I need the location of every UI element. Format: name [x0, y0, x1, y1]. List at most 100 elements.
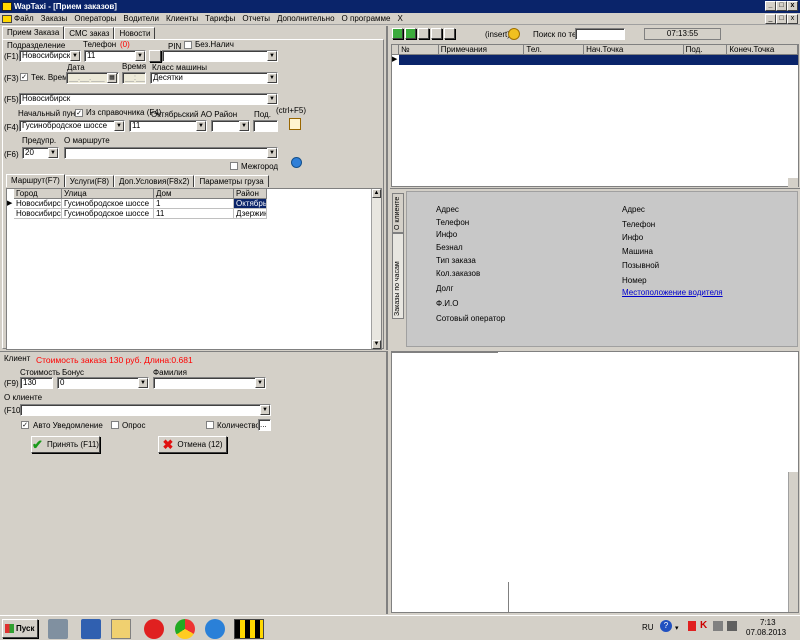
- route-tabs: Маршрут(F7) Услуги(F8) Доп.Условия(F8x2)…: [6, 174, 269, 187]
- current-time-checkbox[interactable]: ✓: [20, 72, 28, 81]
- house-icon[interactable]: [418, 28, 429, 39]
- city-select[interactable]: Новосибирск ▼: [19, 93, 278, 105]
- date-input[interactable]: __.__.___ ▦: [66, 72, 119, 84]
- tab-route[interactable]: Маршрут(F7): [6, 174, 65, 187]
- surname-label: Фамилия: [153, 368, 187, 377]
- child-restore-button[interactable]: □: [776, 14, 787, 24]
- menu-about[interactable]: О программе: [342, 14, 391, 23]
- col-entrance[interactable]: Под.: [683, 45, 728, 55]
- quantity-input[interactable]: ...: [258, 419, 271, 431]
- map-scrollbar[interactable]: [788, 472, 798, 612]
- close-button[interactable]: x: [787, 1, 798, 11]
- col-phone[interactable]: Тел.: [524, 45, 585, 55]
- col-city[interactable]: Город: [14, 189, 62, 199]
- entrance-input[interactable]: [253, 120, 278, 132]
- home-icon[interactable]: [392, 28, 403, 39]
- tab-sms[interactable]: СМС заказ: [64, 27, 115, 39]
- scroll-up-button[interactable]: ▲: [372, 189, 381, 198]
- col-street[interactable]: Улица: [62, 189, 154, 199]
- minimize-button[interactable]: _: [765, 1, 776, 11]
- tab-services[interactable]: Услуги(F8): [64, 175, 115, 187]
- tab-news[interactable]: Новости: [114, 27, 156, 39]
- survey-checkbox[interactable]: [111, 420, 119, 429]
- col-district[interactable]: Район: [234, 189, 267, 199]
- col-start-point[interactable]: Нач.Точка: [584, 45, 684, 55]
- driver-location-link[interactable]: Местоположение водителя: [622, 288, 723, 297]
- cancel-button[interactable]: ✖ Отмена (12): [158, 436, 227, 453]
- clock-display: 07:13:55: [644, 28, 721, 40]
- menu-reports[interactable]: Отчеты: [242, 14, 270, 23]
- time-input[interactable]: __:__: [122, 72, 146, 84]
- col-number[interactable]: №: [398, 45, 439, 55]
- language-indicator[interactable]: RU: [642, 623, 654, 632]
- explorer-icon[interactable]: [111, 619, 131, 639]
- table-row[interactable]: ▶: [392, 55, 798, 65]
- pin-select[interactable]: ▼: [162, 50, 278, 62]
- child-minimize-button[interactable]: _: [765, 14, 776, 24]
- tab-cargo-params[interactable]: Параметры груза: [194, 175, 269, 187]
- phone-combo[interactable]: 11 ▼: [84, 50, 146, 62]
- child-close-button[interactable]: x: [787, 14, 798, 24]
- tab-extra-conditions[interactable]: Доп.Условия(F8x2): [114, 175, 195, 187]
- help-icon[interactable]: ?: [660, 620, 672, 632]
- district-select[interactable]: ▼: [211, 120, 250, 132]
- route-grid-scrollbar[interactable]: ▲ ▼: [371, 189, 381, 349]
- menu-clients[interactable]: Клиенты: [166, 14, 198, 23]
- tab-order[interactable]: Прием Заказа: [2, 26, 65, 39]
- network-app-icon[interactable]: [48, 619, 68, 639]
- intercity-checkbox[interactable]: [230, 161, 238, 170]
- menu-tariffs[interactable]: Тарифы: [205, 14, 235, 23]
- beznal-checkbox[interactable]: [184, 40, 192, 49]
- menu-drivers[interactable]: Водители: [123, 14, 159, 23]
- home2-icon[interactable]: [405, 28, 416, 39]
- warning-select[interactable]: 20 ▼: [22, 147, 59, 159]
- menu-extra[interactable]: Дополнительно: [277, 14, 335, 23]
- menu-operators[interactable]: Операторы: [74, 14, 116, 23]
- bonus-select[interactable]: 0 ▼: [57, 377, 149, 389]
- route-note-select[interactable]: ▼: [64, 147, 278, 159]
- menu-logo-icon: [2, 15, 12, 23]
- flag-icon[interactable]: [688, 621, 696, 631]
- menu-file[interactable]: Файл: [14, 14, 34, 23]
- chevron-down-icon[interactable]: ▾: [675, 624, 679, 632]
- accept-button[interactable]: ✔ Принять (F11): [31, 436, 100, 453]
- table-row[interactable]: Новосибирск Гусинобродское шоссе 11 Дзер…: [7, 209, 381, 219]
- scroll-down-button[interactable]: ▼: [372, 340, 381, 349]
- phone-search-button[interactable]: [149, 50, 161, 62]
- start-button[interactable]: Пуск: [2, 619, 38, 638]
- waptaxi-task-icon[interactable]: [234, 619, 264, 639]
- opera-icon[interactable]: [144, 619, 164, 639]
- col-house[interactable]: Дом: [154, 189, 234, 199]
- powershell-icon[interactable]: [81, 619, 101, 639]
- menu-orders[interactable]: Заказы: [41, 14, 68, 23]
- menu-x[interactable]: X: [398, 14, 403, 23]
- globe-icon[interactable]: [291, 157, 302, 168]
- about-client-select[interactable]: ▼: [20, 404, 271, 416]
- chrome-icon[interactable]: [175, 619, 195, 639]
- house-select[interactable]: 11 ▼: [129, 120, 207, 132]
- intercity-label: Межгород: [241, 162, 279, 171]
- street-select[interactable]: Гусинобродское шоссе ▼: [19, 120, 125, 132]
- phone-icon[interactable]: [431, 28, 442, 39]
- kaspersky-icon[interactable]: K: [700, 620, 707, 631]
- col-notes[interactable]: Примечания: [438, 45, 525, 55]
- maximize-button[interactable]: □: [776, 1, 787, 11]
- division-select[interactable]: Новосибирск ▼: [19, 50, 81, 62]
- volume-icon[interactable]: [727, 621, 737, 631]
- insert-icon[interactable]: [508, 28, 520, 40]
- surname-select[interactable]: ▼: [153, 377, 266, 389]
- car-class-select[interactable]: Десятки ▼: [150, 72, 278, 84]
- auto-notify-checkbox[interactable]: ✓: [21, 420, 29, 429]
- book-icon[interactable]: [289, 118, 301, 130]
- quantity-checkbox[interactable]: [206, 420, 214, 429]
- from-directory-checkbox[interactable]: ✓: [75, 108, 83, 117]
- side-tab-client[interactable]: О клиенте: [392, 193, 404, 233]
- search-phone-input[interactable]: [575, 28, 625, 40]
- col-end-point[interactable]: Конеч.Точка: [727, 45, 799, 55]
- network-icon[interactable]: [713, 621, 723, 631]
- ie-icon[interactable]: [205, 619, 225, 639]
- side-tab-hourly-orders[interactable]: Заказы по часам: [392, 233, 404, 319]
- cost-input[interactable]: 130: [20, 377, 53, 389]
- table-row[interactable]: ▶ Новосибирск Гусинобродское шоссе 1 Окт…: [7, 199, 381, 209]
- list-icon[interactable]: [444, 28, 455, 39]
